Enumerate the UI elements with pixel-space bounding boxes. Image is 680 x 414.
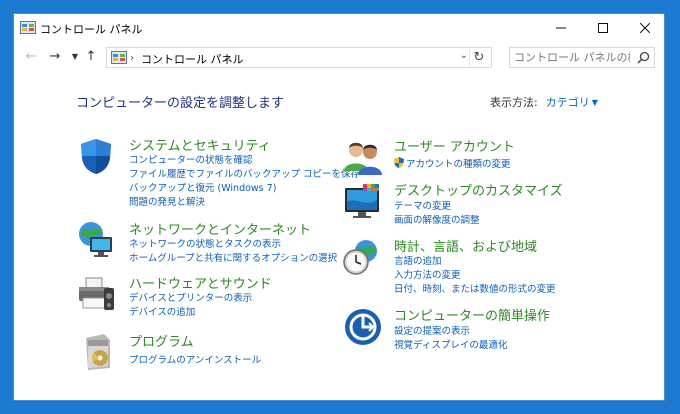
link-uninstall-program[interactable]: プログラムのアンインストール [129, 352, 261, 366]
search-box[interactable] [509, 47, 655, 68]
clock-globe-icon[interactable] [343, 237, 383, 277]
refresh-icon[interactable]: ↻ [469, 49, 488, 66]
uac-shield-icon [394, 157, 404, 168]
view-by: 表示方法: カテゴリ ▼ [490, 94, 598, 110]
minimize-button[interactable] [540, 14, 582, 42]
link-change-account-type-label[interactable]: アカウントの種類の変更 [406, 159, 511, 170]
search-icon[interactable] [637, 51, 650, 64]
address-bar: ← → ▼ ↑ › コントロール パネル › ⌄ ↻ [14, 42, 664, 72]
link-change-account-type[interactable]: アカウントの種類の変更 [394, 156, 511, 170]
breadcrumb-separator-icon[interactable]: › [224, 51, 228, 64]
page-heading: コンピューターの設定を調整します [76, 96, 285, 111]
control-panel-app-icon [20, 21, 36, 34]
users-icon[interactable] [343, 137, 383, 177]
programs-icon[interactable] [80, 332, 120, 372]
link-file-history-backup[interactable]: ファイル履歴でファイルのバックアップ コピーを保存 [129, 166, 360, 180]
monitor-icon[interactable] [343, 182, 383, 222]
control-panel-window: コントロール パネル ← → ▼ ↑ › コントロール パネル › ⌄ ↻ コン… [13, 13, 665, 401]
shield-icon[interactable] [76, 136, 116, 176]
link-check-computer-status[interactable]: コンピューターの状態を確認 [129, 152, 253, 166]
back-arrow-icon[interactable]: ← [22, 48, 40, 66]
address-box[interactable]: › コントロール パネル › ⌄ ↻ [106, 47, 492, 68]
link-backup-restore-windows7[interactable]: バックアップと復元 (Windows 7) [129, 180, 276, 194]
ease-of-access-icon[interactable] [343, 307, 383, 347]
link-add-device[interactable]: デバイスの追加 [129, 304, 195, 318]
view-by-dropdown[interactable]: カテゴリ [546, 96, 590, 109]
view-by-label: 表示方法: [490, 96, 538, 109]
title-bar[interactable]: コントロール パネル [14, 14, 664, 42]
minimize-icon [556, 27, 566, 29]
link-add-language[interactable]: 言語の追加 [394, 253, 442, 267]
network-globe-icon[interactable] [76, 219, 116, 259]
forward-arrow-icon[interactable]: → [46, 48, 64, 66]
breadcrumb-separator-icon[interactable]: › [130, 51, 134, 64]
window-title: コントロール パネル [40, 23, 143, 36]
address-dropdown-icon[interactable]: ⌄ [460, 50, 468, 61]
link-get-recommendations[interactable]: 設定の提案の表示 [394, 323, 470, 337]
link-network-status-tasks[interactable]: ネットワークの状態とタスクの表示 [129, 236, 281, 250]
link-adjust-screen-resolution[interactable]: 画面の解像度の調整 [394, 212, 480, 226]
maximize-icon [598, 23, 608, 33]
category-title-programs[interactable]: プログラム [129, 331, 194, 350]
close-button[interactable] [624, 14, 664, 42]
link-change-theme[interactable]: テーマの変更 [394, 198, 451, 212]
up-arrow-icon[interactable]: ↑ [82, 48, 100, 66]
view-by-caret-icon[interactable]: ▼ [592, 98, 598, 107]
search-input[interactable] [514, 48, 630, 67]
maximize-button[interactable] [582, 14, 624, 42]
link-optimize-visual-display[interactable]: 視覚ディスプレイの最適化 [394, 337, 507, 351]
link-find-fix-problems[interactable]: 問題の発見と解決 [129, 194, 205, 208]
category-title-ease-of-access[interactable]: コンピューターの簡単操作 [394, 305, 550, 324]
link-devices-printers[interactable]: デバイスとプリンターの表示 [129, 290, 252, 304]
printer-icon[interactable] [76, 274, 116, 314]
close-icon [639, 22, 651, 34]
link-change-date-time-number-format[interactable]: 日付、時刻、または数値の形式の変更 [394, 281, 556, 295]
category-title-user-accounts[interactable]: ユーザー アカウント [394, 136, 515, 155]
link-homegroup-sharing-options[interactable]: ホームグループと共有に関するオプションの選択 [129, 250, 337, 264]
category-title-desktop-customization[interactable]: デスクトップのカスタマイズ [394, 180, 563, 199]
control-panel-location-icon [111, 51, 127, 64]
link-change-input-method[interactable]: 入力方法の変更 [394, 267, 461, 281]
